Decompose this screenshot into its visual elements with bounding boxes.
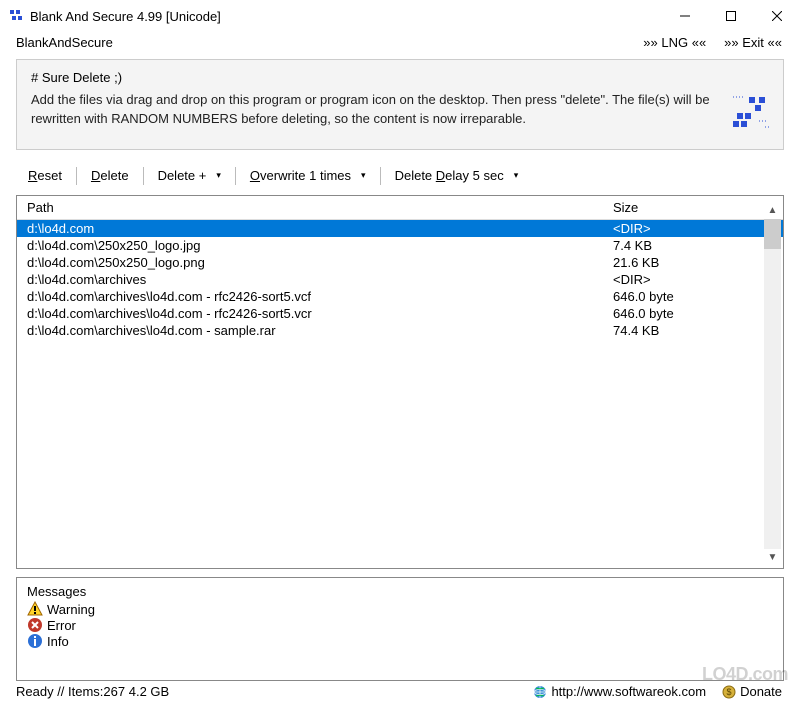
list-header: Path Size (17, 196, 783, 220)
info-graphic-icon (731, 95, 771, 133)
menu-bar: BlankAndSecure »» LNG «« »» Exit «« (0, 32, 800, 53)
chevron-down-icon: ▾ (361, 170, 366, 181)
table-row[interactable]: d:\lo4d.com\250x250_logo.jpg7.4 KB (17, 237, 783, 254)
cell-path: d:\lo4d.com (17, 221, 613, 236)
cell-size: 74.4 KB (613, 323, 783, 338)
reset-button[interactable]: Reset (16, 166, 74, 185)
cell-size: <DIR> (613, 272, 783, 287)
menu-lng[interactable]: »» LNG «« (643, 35, 706, 50)
cell-size: 21.6 KB (613, 255, 783, 270)
scroll-down-icon[interactable]: ▼ (764, 549, 781, 566)
overwrite-button[interactable]: Overwrite 1 times▾ (238, 166, 378, 185)
cell-path: d:\lo4d.com\archives\lo4d.com - rfc2426-… (17, 306, 613, 321)
donate-icon: $ (722, 685, 736, 699)
delete-delay-button[interactable]: Delete Delay 5 sec▾ (383, 166, 531, 185)
separator (380, 167, 381, 185)
cell-path: d:\lo4d.com\250x250_logo.png (17, 255, 613, 270)
info-text: Add the files via drag and drop on this … (31, 91, 711, 129)
title-bar: Blank And Secure 4.99 [Unicode] (0, 0, 800, 32)
messages-panel: Messages Warning Error Info (16, 577, 784, 681)
app-icon (8, 8, 24, 24)
cell-path: d:\lo4d.com\250x250_logo.jpg (17, 238, 613, 253)
col-path[interactable]: Path (17, 200, 613, 215)
col-size[interactable]: Size (613, 200, 783, 215)
menu-app[interactable]: BlankAndSecure (16, 35, 113, 50)
message-warning-row: Warning (27, 601, 773, 617)
table-row[interactable]: d:\lo4d.com\250x250_logo.png21.6 KB (17, 254, 783, 271)
file-list[interactable]: Path Size d:\lo4d.com<DIR>d:\lo4d.com\25… (16, 195, 784, 569)
table-row[interactable]: d:\lo4d.com\archives\lo4d.com - sample.r… (17, 322, 783, 339)
svg-text:$: $ (727, 687, 732, 697)
globe-icon (533, 685, 547, 699)
delete-button[interactable]: Delete (79, 166, 141, 185)
status-bar: Ready // Items:267 4.2 GB http://www.sof… (0, 681, 800, 705)
menu-exit[interactable]: »» Exit «« (724, 35, 782, 50)
donate-link[interactable]: $ Donate (722, 684, 782, 699)
info-title: # Sure Delete ;) (31, 70, 771, 85)
cell-size: 646.0 byte (613, 306, 783, 321)
toolbar: Reset Delete Delete +▾ Overwrite 1 times… (16, 158, 784, 187)
cell-path: d:\lo4d.com\archives (17, 272, 613, 287)
table-row[interactable]: d:\lo4d.com\archives\lo4d.com - rfc2426-… (17, 305, 783, 322)
table-row[interactable]: d:\lo4d.com\archives\lo4d.com - rfc2426-… (17, 288, 783, 305)
minimize-button[interactable] (662, 1, 708, 31)
cell-size: 7.4 KB (613, 238, 783, 253)
close-button[interactable] (754, 1, 800, 31)
scroll-up-icon[interactable]: ▲ (764, 202, 781, 219)
chevron-down-icon: ▾ (514, 170, 519, 181)
cell-path: d:\lo4d.com\archives\lo4d.com - rfc2426-… (17, 289, 613, 304)
table-row[interactable]: d:\lo4d.com<DIR> (17, 220, 783, 237)
info-icon (27, 633, 43, 649)
scrollbar[interactable]: ▲ ▼ (764, 202, 781, 566)
window-title: Blank And Secure 4.99 [Unicode] (30, 9, 221, 24)
cell-size: 646.0 byte (613, 289, 783, 304)
warning-icon (27, 601, 43, 617)
website-link[interactable]: http://www.softwareok.com (533, 684, 706, 699)
cell-path: d:\lo4d.com\archives\lo4d.com - sample.r… (17, 323, 613, 338)
separator (143, 167, 144, 185)
message-error-row: Error (27, 617, 773, 633)
scroll-thumb[interactable] (764, 219, 781, 249)
delete-plus-button[interactable]: Delete +▾ (146, 166, 233, 185)
separator (235, 167, 236, 185)
separator (76, 167, 77, 185)
message-info-row: Info (27, 633, 773, 649)
messages-title: Messages (27, 584, 773, 599)
maximize-button[interactable] (708, 1, 754, 31)
table-row[interactable]: d:\lo4d.com\archives<DIR> (17, 271, 783, 288)
error-icon (27, 617, 43, 633)
chevron-down-icon: ▾ (216, 170, 221, 181)
cell-size: <DIR> (613, 221, 783, 236)
info-panel: # Sure Delete ;) Add the files via drag … (16, 59, 784, 150)
status-text: Ready // Items:267 4.2 GB (16, 684, 169, 699)
